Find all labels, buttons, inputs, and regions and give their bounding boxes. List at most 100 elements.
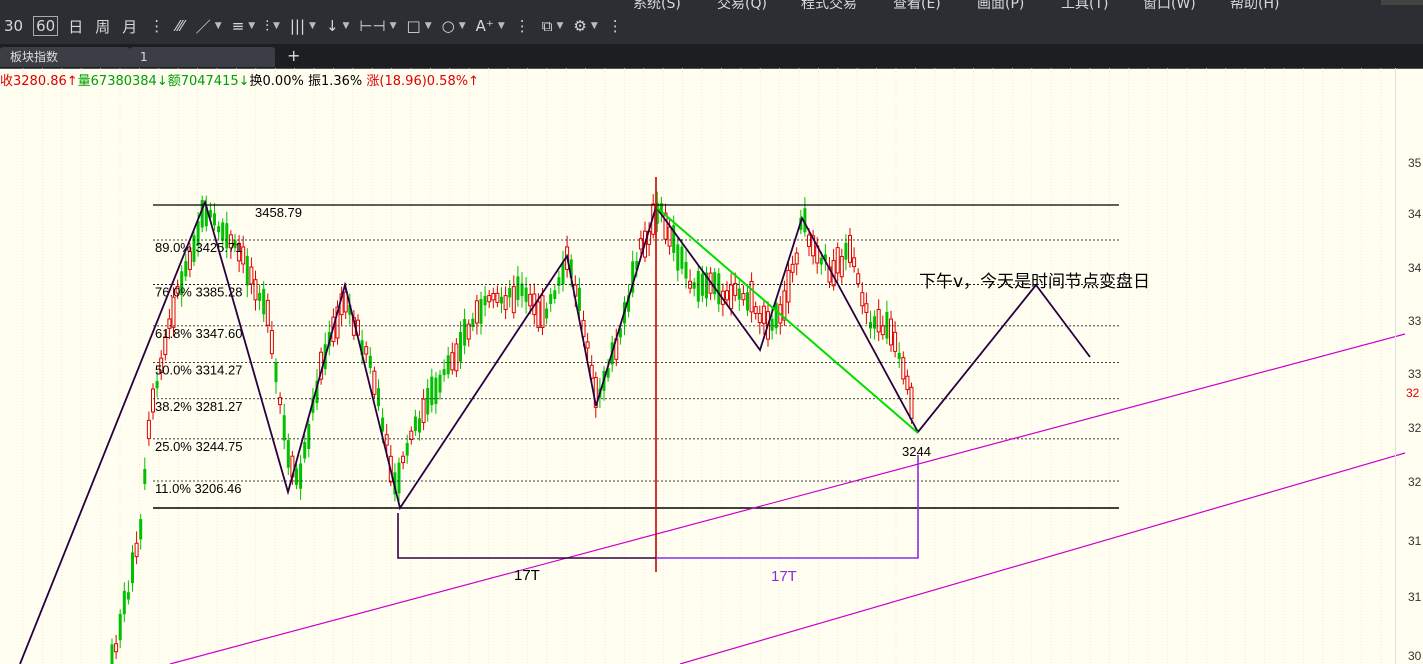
y-axis-tick-label: 31 [1408,534,1422,548]
y-axis-tick-label: 30 [1408,649,1422,663]
candle-body-down [774,302,778,329]
candle-body-up [487,295,492,303]
candle-body-up [753,306,758,314]
candle-body-up [401,455,406,464]
candle-body-up [409,430,414,440]
fib-level-label: 50.0% 3314.27 [155,362,242,377]
candle-body-down [692,282,696,289]
candle-body-down [377,388,380,407]
time-count-label-left: 17T [514,567,540,584]
candle-body-up [889,318,893,346]
turnover-value: 换0.00% [249,74,304,89]
separator-icon: ⋮ [149,17,165,35]
layer-tool-icon[interactable]: ⧉ [540,17,555,35]
candle-body-down [746,292,749,311]
arrow-tool-icon[interactable]: ↓ [324,17,341,35]
candle-body-down [184,261,188,277]
channel-line-upper [169,333,1406,664]
chevron-down-icon[interactable]: ▼ [309,21,316,31]
bars-tool-icon[interactable]: ||| [288,17,307,35]
menu-window[interactable]: 窗口(W) [1143,0,1230,13]
line-tool-icon[interactable]: ／ [194,16,213,37]
chevron-down-icon[interactable]: ▼ [459,21,466,31]
amplitude-value: 振1.36% [307,74,363,89]
candle-body-down [262,288,266,315]
period-day-button[interactable]: 日 [66,16,85,37]
candle-body-up [503,295,508,311]
candle-body-up [667,226,672,247]
menu-help[interactable]: 帮助(H) [1230,0,1314,13]
chevron-down-icon[interactable]: ▼ [425,21,432,31]
menu-view[interactable]: 查看(E) [893,0,977,13]
menu-tools[interactable]: 工具(T) [1061,0,1143,13]
chevron-down-icon[interactable]: ▼ [498,21,505,31]
candlestick-chart[interactable]: 35 34 34 33 33 32 32 31 31 30 32 3458.79 89.0% 3425… [0,68,1423,664]
measure-tool-icon[interactable]: ⊢⊣ [357,17,387,35]
add-tab-button[interactable]: + [287,46,300,65]
candle-body-down [577,287,581,311]
settings-tool-icon[interactable]: ⚙ [571,17,588,35]
toolbar: 30 60 日 周 月 ⋮ ⁄⁄⁄ ／ ▼ ≡ ▼ ⫶ ▼ ||| ▼ ↓ ▼ ⊢⊣ ▼ □… [0,14,625,38]
brush-tool-icon[interactable]: ⁄⁄⁄ [174,17,186,35]
fan-tool-icon[interactable]: ⫶ [263,17,271,35]
period-30-button[interactable]: 30 [2,17,25,35]
y-axis-tick-label: 34 [1408,261,1422,275]
candle-body-up [269,330,274,355]
drawing-layer: 3458.7989.0% 3425.7176.0% 3385.2861.8% 3… [19,177,1406,664]
time-bracket-left [397,513,656,559]
chevron-down-icon[interactable]: ▼ [390,21,397,31]
menu-system[interactable]: 系统(S) [633,0,717,13]
candle-body-down [696,271,700,302]
menu-trade[interactable]: 交易(Q) [717,0,801,13]
candle-body-up [880,325,885,336]
y-axis-current-label: 32 [1406,386,1420,400]
chevron-down-icon[interactable]: ▼ [591,21,598,31]
candle-body-down [561,262,565,285]
candle-body-down [139,519,143,540]
candle-body-up [794,252,799,265]
chevron-down-icon[interactable]: ▼ [556,21,563,31]
chevron-down-icon[interactable]: ▼ [273,21,280,31]
ellipse-tool-icon[interactable]: ○ [440,17,457,35]
volume-value: 量67380384↓ [77,74,168,89]
candle-body-down [426,388,430,415]
candle-body-up [384,434,389,446]
candle-body-up [807,234,811,247]
candle-body-up [864,303,869,313]
tab-sector-index[interactable]: 板块指数 [0,47,130,67]
rectangle-tool-icon[interactable]: □ [405,17,423,35]
candle-body-up [146,419,151,440]
candle-body-up [856,273,861,285]
candle-body-down [413,416,417,432]
chevron-down-icon[interactable]: ▼ [343,21,350,31]
chevron-down-icon[interactable]: ▼ [248,21,255,31]
menu-program-trade[interactable]: 程式交易 [801,0,893,13]
period-month-button[interactable]: 月 [120,16,139,37]
window-controls[interactable] [1381,0,1423,5]
candle-body-down [508,288,512,298]
candle-body-up [253,279,258,301]
candle-body-up [790,263,795,273]
tab-1[interactable]: 1 [130,47,275,67]
candle-body-down [143,468,147,485]
candle-body-up [741,293,746,301]
candle-body-up [495,292,500,303]
text-tool-icon[interactable]: A⁺ [474,17,496,35]
annotation-text: 下午v，今天是时间节点变盘日 [919,272,1150,292]
menu-screen[interactable]: 画面(P) [977,0,1061,13]
candle-body-up [852,257,857,268]
candle-body-down [844,242,848,260]
text-align-tool-icon[interactable]: ≡ [230,17,247,35]
fib-level-label: 38.2% 3281.27 [155,399,242,414]
candle-body-down [524,287,528,302]
tab-bar: 板块指数 1 + [0,44,1423,69]
candle-body-down [819,257,823,265]
candle-body-down [286,440,290,468]
candle-body-down [545,308,549,319]
candle-body-up [905,375,910,391]
period-60-button[interactable]: 60 [33,16,59,36]
candles [110,191,914,664]
chevron-down-icon[interactable]: ▼ [215,21,222,31]
period-week-button[interactable]: 周 [93,16,112,37]
candle-body-down [438,374,442,393]
